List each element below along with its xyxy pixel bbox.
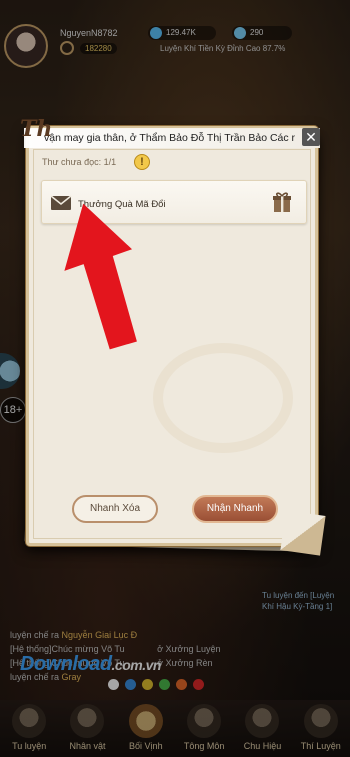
- quick-receive-button[interactable]: Nhận Nhanh: [192, 495, 278, 523]
- paper-fold-corner: [280, 510, 326, 556]
- gift-icon: [273, 192, 291, 212]
- warning-icon[interactable]: !: [134, 154, 150, 170]
- red-arrow-annotation: [64, 203, 137, 350]
- unread-count: Thư chưa đọc: 1/1: [42, 157, 117, 167]
- news-ticker: vận may gia thân, ở Thẩm Bảo Đỗ Thị Trần…: [24, 128, 320, 148]
- quick-delete-button[interactable]: Nhanh Xóa: [72, 495, 158, 523]
- banner-emblem: Th: [20, 116, 53, 142]
- paper-swirl-decoration: [153, 343, 293, 453]
- close-button[interactable]: ✕: [302, 128, 320, 146]
